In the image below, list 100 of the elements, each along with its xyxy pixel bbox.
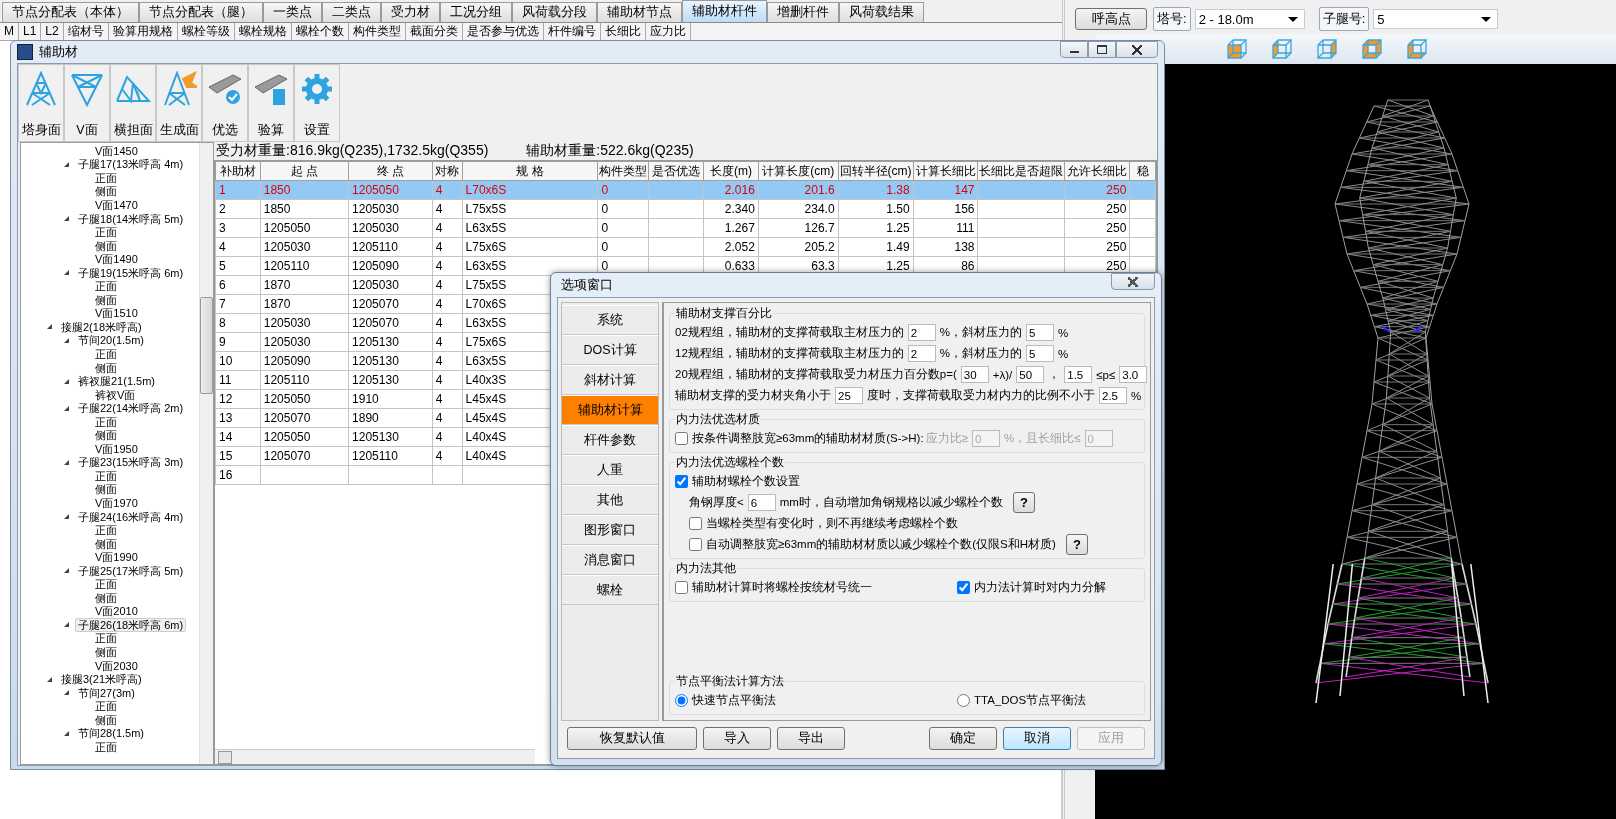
checkbox[interactable] <box>675 475 688 488</box>
toolbar-button[interactable]: 生成面 <box>156 64 202 142</box>
radio-button[interactable] <box>675 694 688 707</box>
cube-view-icon[interactable] <box>1315 37 1339 61</box>
tree-item[interactable]: 侧面 <box>92 238 120 253</box>
nav-item[interactable]: 螺栓 <box>562 575 658 605</box>
tree-item[interactable]: 侧面 <box>92 292 120 307</box>
tree-item[interactable]: 接腿3(21米呼高) <box>58 672 145 687</box>
number-field[interactable]: 25 <box>835 387 863 404</box>
dialog-button[interactable]: 确定 <box>929 726 997 750</box>
expand-icon[interactable] <box>64 161 69 167</box>
tree-item[interactable]: 子腿19(15米呼高 6m) <box>75 265 187 280</box>
expand-icon[interactable] <box>64 690 69 696</box>
tree-item[interactable]: 正面 <box>92 414 120 429</box>
tab[interactable]: 节点分配表（本体） <box>2 2 139 22</box>
number-field[interactable]: 2 <box>907 345 936 362</box>
close-button[interactable] <box>1111 273 1155 290</box>
number-field[interactable]: 2.5 <box>1099 387 1127 404</box>
tree-item[interactable]: 侧面 <box>92 536 120 551</box>
nav-item[interactable]: 其他 <box>562 485 658 515</box>
tree-item[interactable]: 侧面 <box>92 645 120 659</box>
height-point-button[interactable]: 呼高点 <box>1075 8 1147 30</box>
tree-item[interactable]: 子腿25(17米呼高 5m) <box>75 563 187 578</box>
expand-icon[interactable] <box>64 622 69 628</box>
tree-item[interactable]: 子腿23(15米呼高 3m) <box>75 455 187 470</box>
toolbar-button[interactable]: V面 <box>64 64 110 142</box>
tree-item[interactable]: 正面 <box>92 577 120 592</box>
tree-item[interactable]: V面2010 <box>92 604 141 619</box>
number-field[interactable]: 3.0 <box>1119 366 1148 383</box>
checkbox[interactable] <box>675 581 688 594</box>
tree-item[interactable]: 裤衩腿21(1.5m) <box>75 374 159 389</box>
toolbar-button[interactable]: 设置 <box>294 64 340 142</box>
nav-item[interactable]: 消息窗口 <box>562 545 658 575</box>
cube-view-icon[interactable] <box>1270 37 1294 61</box>
tree-item[interactable]: 节间27(3m) <box>75 685 138 700</box>
nav-item[interactable]: DOS计算 <box>562 335 658 365</box>
expand-icon[interactable] <box>47 676 52 682</box>
number-field[interactable]: 30 <box>960 366 989 383</box>
nav-item[interactable]: 杆件参数 <box>562 425 658 455</box>
cube-view-icon[interactable] <box>1360 37 1384 61</box>
tree-item[interactable]: 侧面 <box>92 590 120 605</box>
tree-item[interactable]: V面1490 <box>92 252 141 267</box>
dialog-button[interactable]: 取消 <box>1003 726 1071 750</box>
expand-icon[interactable] <box>64 270 69 276</box>
checkbox[interactable] <box>957 581 970 594</box>
dialog-button[interactable]: 导入 <box>703 726 771 750</box>
cube-view-icon[interactable] <box>1225 37 1249 61</box>
nav-item[interactable]: 人重 <box>562 455 658 485</box>
tree-item[interactable]: 子腿22(14米呼高 2m) <box>75 401 187 416</box>
nav-item[interactable]: 辅助材计算 <box>562 395 658 425</box>
tree-item[interactable]: 子腿24(16米呼高 4m) <box>75 509 187 524</box>
checkbox[interactable] <box>689 517 702 530</box>
help-button[interactable]: ? <box>1012 492 1035 513</box>
tree-item[interactable]: 侧面 <box>92 184 120 199</box>
radio-button[interactable] <box>957 694 970 707</box>
toolbar-button[interactable]: 优选 <box>202 64 248 142</box>
tree-item[interactable]: V面1450 <box>92 143 141 158</box>
tree-item[interactable]: 侧面 <box>92 428 120 443</box>
expand-icon[interactable] <box>47 324 52 330</box>
dialog-button[interactable]: 恢复默认值 <box>567 726 697 750</box>
dialog-button[interactable]: 导出 <box>777 726 845 750</box>
tab[interactable]: 受力材 <box>381 2 440 22</box>
tree-item[interactable]: 正面 <box>92 739 120 754</box>
checkbox[interactable] <box>675 432 688 445</box>
number-field[interactable]: 6 <box>747 494 776 511</box>
tree-item[interactable]: 侧面 <box>92 482 120 497</box>
minimize-button[interactable] <box>1060 41 1088 58</box>
tab[interactable]: 增删杆件 <box>767 2 839 22</box>
tree-item[interactable]: 正面 <box>92 699 120 714</box>
tree-item[interactable]: V面1470 <box>92 197 141 212</box>
tab[interactable]: 一类点 <box>263 2 322 22</box>
tree-item[interactable]: 子腿26(18米呼高 6m) <box>75 617 187 632</box>
expand-icon[interactable] <box>64 337 69 343</box>
help-button[interactable]: ? <box>1065 534 1088 555</box>
tree-item[interactable]: V面1970 <box>92 496 141 510</box>
tree-item[interactable]: 正面 <box>92 468 120 483</box>
toolbar-button[interactable]: 验算 <box>248 64 294 142</box>
expand-icon[interactable] <box>64 568 69 574</box>
tree-item[interactable]: 侧面 <box>92 712 120 727</box>
tree-item[interactable]: 子腿18(14米呼高 5m) <box>75 211 187 226</box>
expand-icon[interactable] <box>64 514 69 520</box>
toolbar-button[interactable]: 塔身面 <box>18 64 64 142</box>
vertical-scrollbar[interactable] <box>199 143 213 764</box>
expand-icon[interactable] <box>64 216 69 221</box>
number-field[interactable]: 5 <box>1026 324 1055 341</box>
expand-icon[interactable] <box>64 459 69 465</box>
tree-item[interactable]: 正面 <box>92 225 120 240</box>
cube-view-icon[interactable] <box>1405 37 1429 61</box>
checkbox[interactable] <box>689 538 702 551</box>
tree-item[interactable]: 正面 <box>92 279 120 294</box>
number-field[interactable]: 5 <box>1026 345 1055 362</box>
tree-item[interactable]: 裤衩V面 <box>92 387 139 402</box>
tree-item[interactable]: 正面 <box>92 347 120 361</box>
nav-item[interactable]: 斜材计算 <box>562 365 658 395</box>
tab[interactable]: 辅助材节点 <box>597 2 682 22</box>
nav-item[interactable]: 系统 <box>562 305 658 335</box>
tab[interactable]: 辅助材杆件 <box>682 0 767 22</box>
tree-item[interactable]: V面1950 <box>92 441 141 456</box>
number-field[interactable]: 1.5 <box>1064 366 1093 383</box>
tree-item[interactable]: 正面 <box>92 631 120 646</box>
